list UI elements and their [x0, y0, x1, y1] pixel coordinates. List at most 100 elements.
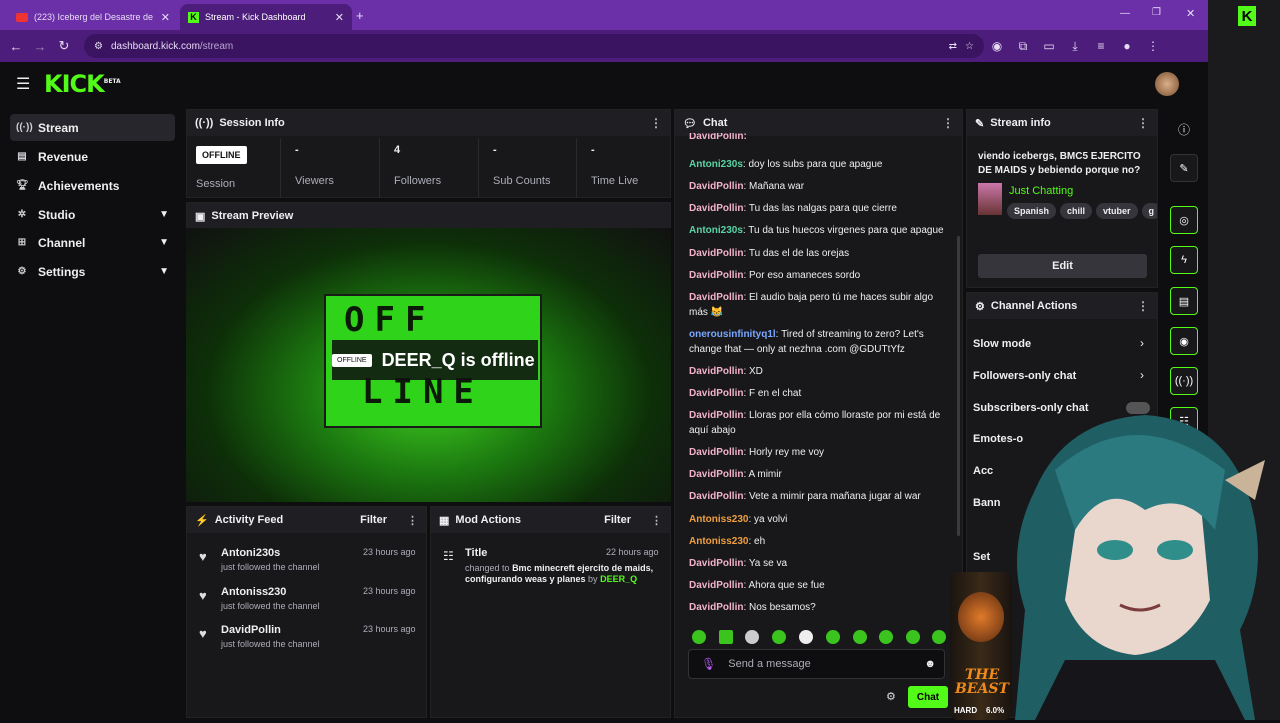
chat-send-button[interactable]: Chat: [908, 686, 948, 708]
sidebar-item-channel[interactable]: ⊞ Channel ▼: [10, 229, 175, 256]
chat-username[interactable]: DavidPollin: [689, 410, 743, 421]
more-menu-icon[interactable]: ⋮: [942, 116, 954, 130]
chat-username[interactable]: Antoniss230: [689, 514, 748, 525]
puzzle-icon[interactable]: ⧉: [1010, 39, 1036, 54]
info-icon[interactable]: ⓘ: [1178, 121, 1190, 138]
sidebar-item-revenue[interactable]: ▤ Revenue: [10, 143, 175, 170]
chat-username[interactable]: DavidPollin: [689, 558, 743, 569]
chat-username[interactable]: DavidPollin: [689, 388, 743, 399]
sidebar-item-settings[interactable]: ⚙ Settings ▼: [10, 258, 175, 285]
chat-text: Vete a mimir para mañana jugar al war: [749, 491, 921, 502]
stream-icon: ((·)): [16, 122, 33, 133]
close-window-icon[interactable]: ✕: [1186, 7, 1195, 20]
chat-message: DavidPollin: Vete a mimir para mañana ju…: [689, 491, 921, 502]
address-bar[interactable]: ⚙ dashboard.kick.com/stream ⇄ ☆: [84, 34, 984, 58]
chat-username[interactable]: DavidPollin: [689, 203, 743, 214]
close-tab-icon[interactable]: ✕: [161, 11, 170, 24]
panel-header: ⚡ Activity Feed Filter ⋮: [187, 507, 426, 533]
new-tab-icon[interactable]: +: [356, 8, 364, 23]
chat-settings-gear-icon[interactable]: ⚙: [886, 690, 896, 703]
translate-icon[interactable]: ⇄: [949, 41, 957, 52]
chat-scrollbar[interactable]: [957, 236, 960, 536]
browser-tab-kick[interactable]: K Stream - Kick Dashboard ✕: [180, 4, 352, 30]
forward-icon[interactable]: →: [28, 39, 52, 54]
emote-icon[interactable]: [906, 630, 920, 644]
chat-username[interactable]: DavidPollin: [689, 447, 743, 458]
edit-stream-button[interactable]: Edit: [978, 254, 1147, 278]
chat-username[interactable]: DavidPollin: [689, 602, 743, 613]
panel-header: ⚙ Channel Actions ⋮: [967, 293, 1157, 319]
emote-icon[interactable]: [826, 630, 840, 644]
followers-only-action[interactable]: Followers-only chat: [973, 370, 1076, 382]
camera-icon[interactable]: ◎: [1170, 206, 1198, 234]
chat-username[interactable]: Antoni230s: [689, 225, 743, 236]
extension-icon[interactable]: ◉: [984, 39, 1010, 53]
site-info-icon[interactable]: ⚙: [94, 41, 103, 52]
emote-icon[interactable]: [772, 630, 786, 644]
stream-preview-header: ▣ Stream Preview: [186, 202, 671, 229]
user-avatar[interactable]: [1155, 72, 1179, 96]
back-icon[interactable]: ←: [4, 39, 28, 54]
stream-category[interactable]: Just Chatting: [1009, 185, 1073, 197]
chat-input[interactable]: 🎙︎ Send a message ☻: [688, 649, 945, 679]
more-menu-icon[interactable]: ⋮: [1137, 116, 1149, 130]
chat-message: DavidPollin: Por eso amaneces sordo: [689, 270, 861, 281]
filter-button[interactable]: Filter: [360, 514, 387, 526]
filter-button[interactable]: Filter: [604, 514, 631, 526]
chat-username[interactable]: DavidPollin: [689, 366, 743, 377]
more-menu-icon[interactable]: ⋮: [1140, 39, 1166, 53]
chat-username[interactable]: DavidPollin: [689, 248, 743, 259]
sidebar-item-stream[interactable]: ((·)) Stream: [10, 114, 175, 141]
download-icon[interactable]: ⤓: [1062, 39, 1088, 54]
chat-username[interactable]: DavidPollin: [689, 181, 743, 192]
browser-tab-youtube[interactable]: (223) Iceberg del Desastre de C ✕: [8, 4, 178, 30]
chat-username[interactable]: Antoniss230: [689, 536, 748, 547]
chevron-right-icon: ›: [1140, 368, 1144, 382]
more-menu-icon[interactable]: ⋮: [650, 116, 662, 130]
cast-icon[interactable]: ▭: [1036, 39, 1062, 53]
panel-header: ▦ Mod Actions Filter ⋮: [431, 507, 670, 533]
hamburger-menu-icon[interactable]: ☰: [16, 74, 30, 94]
lightning-icon[interactable]: ϟ: [1170, 246, 1198, 274]
chat-username[interactable]: DavidPollin: [689, 491, 743, 502]
chat-username[interactable]: DavidPollin: [689, 270, 743, 281]
tag: Spanish: [1007, 203, 1057, 219]
chat-message: Antoni230s: doy los subs para que apague: [689, 159, 883, 170]
emote-icon[interactable]: [853, 630, 867, 644]
sidebar-item-studio[interactable]: ✲ Studio ▼: [10, 201, 175, 228]
more-menu-icon[interactable]: ⋮: [407, 514, 418, 527]
broadcast-icon[interactable]: ((·)): [1170, 367, 1198, 395]
profile-icon[interactable]: ●: [1114, 39, 1140, 53]
edit-pencil-icon[interactable]: ✎: [1170, 154, 1198, 182]
chat-username[interactable]: DavidPollin: [689, 292, 743, 303]
more-menu-icon[interactable]: ⋮: [1137, 299, 1149, 313]
more-menu-icon[interactable]: ⋮: [651, 514, 662, 527]
emoji-picker-icon[interactable]: ☻: [924, 658, 936, 670]
document-icon[interactable]: ▤: [1170, 287, 1198, 315]
emote-icon[interactable]: [745, 630, 759, 644]
panel-title: Chat: [702, 117, 728, 129]
chat-username[interactable]: Antoni230s: [689, 159, 743, 170]
close-tab-icon[interactable]: ✕: [335, 11, 344, 24]
sidebar-item-achievements[interactable]: 🏆︎ Achievements: [10, 172, 175, 199]
media-icon[interactable]: ≡: [1088, 39, 1114, 53]
maximize-icon[interactable]: ❐: [1152, 7, 1161, 18]
reload-icon[interactable]: ↻: [52, 38, 76, 54]
microphone-icon[interactable]: 🎙︎: [701, 657, 716, 671]
chat-username[interactable]: DavidPollin: [689, 469, 743, 480]
chat-icon[interactable]: ◉: [1170, 327, 1198, 355]
slow-mode-action[interactable]: Slow mode: [973, 338, 1031, 350]
chat-username[interactable]: DavidPollin: [689, 580, 743, 591]
bookmark-star-icon[interactable]: ☆: [965, 41, 974, 52]
emote-icon[interactable]: [692, 630, 706, 644]
emote-icon[interactable]: [932, 630, 946, 644]
stream-preview-player[interactable]: OFF LINE OFFLINE DEER_Q is offline: [186, 228, 671, 502]
panel-title: Stream Preview: [211, 210, 294, 222]
preview-icon: ▣: [195, 210, 206, 223]
emote-icon[interactable]: [799, 630, 813, 644]
minimize-icon[interactable]: —: [1120, 8, 1130, 19]
chat-username[interactable]: onerousinfinityq1l: [689, 329, 776, 340]
kick-logo[interactable]: KICKBETA: [44, 70, 121, 98]
emote-icon[interactable]: [879, 630, 893, 644]
emote-icon[interactable]: [719, 630, 733, 644]
